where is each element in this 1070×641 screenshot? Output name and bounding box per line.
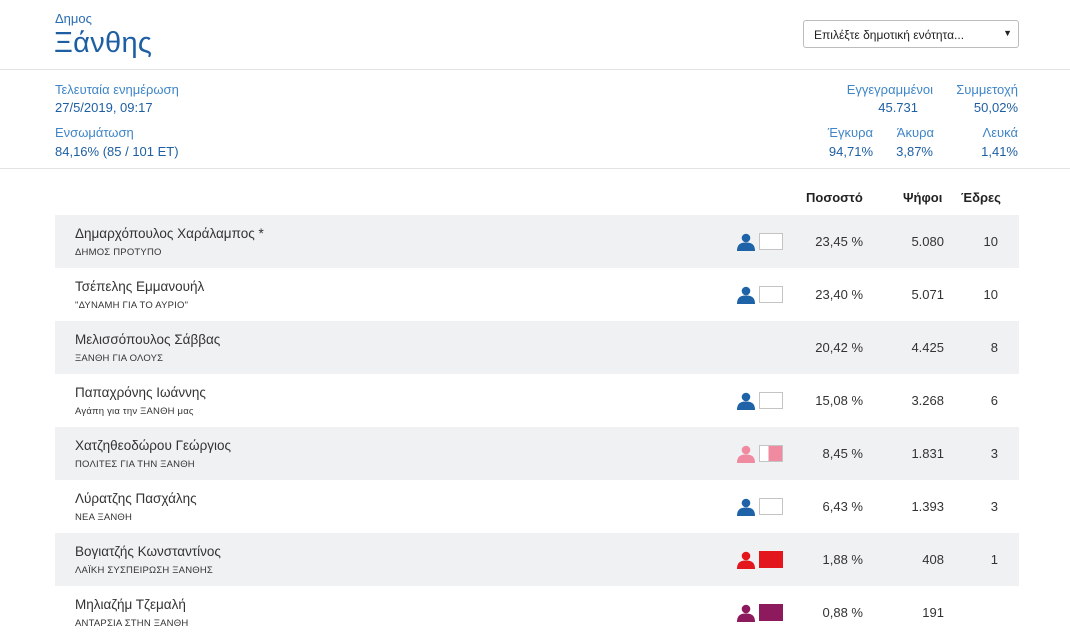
blank-value: 1,41% (981, 144, 1018, 159)
candidate-name: Χατζηθεοδώρου Γεώργιος (75, 438, 232, 453)
vote-percent: 15,08 % (815, 393, 863, 408)
table-row[interactable]: Τσέπελης Εμμανουήλ "ΔΥΝΑΜΗ ΓΙΑ ΤΟ ΑΥΡΙΟ"… (55, 268, 1019, 321)
last-update-value: 27/5/2019, 09:17 (55, 100, 153, 115)
person-icon (737, 498, 755, 516)
select-placeholder: Επιλέξτε δημοτική ενότητα... (814, 28, 965, 42)
party-name: ΑΝΤΑΡΣΙΑ ΣΤΗΝ ΞΑΝΘΗ (75, 618, 189, 629)
page-title: Ξάνθης (54, 27, 153, 59)
party-color-swatch (759, 286, 783, 303)
party-color-swatch (759, 604, 783, 621)
candidate-name: Μηλιαζήμ Τζεμαλή (75, 597, 186, 612)
vote-percent: 23,40 % (815, 287, 863, 302)
seat-count: 10 (983, 234, 998, 249)
seat-count: 3 (990, 499, 998, 514)
person-icon (737, 392, 755, 410)
vote-percent: 0,88 % (822, 605, 863, 620)
party-name: ΛΑΪΚΗ ΣΥΣΠΕΙΡΩΣΗ ΞΑΝΘΗΣ (75, 565, 213, 576)
party-name: Αγάπη για την ΞΑΝΘΗ μας (75, 406, 194, 417)
candidate-name: Βογιατζής Κωνσταντίνος (75, 544, 221, 559)
party-color-swatch (759, 392, 783, 409)
table-row[interactable]: Δημαρχόπουλος Χαράλαμπος * ΔΗΜΟΣ ΠΡΟΤΥΠΟ… (55, 215, 1019, 268)
party-name: ΞΑΝΘΗ ΓΙΑ ΟΛΟΥΣ (75, 353, 164, 364)
candidate-name: Δημαρχόπουλος Χαράλαμπος * (75, 226, 264, 241)
party-color-swatch (759, 445, 783, 462)
registered-value: 45.731 (878, 100, 918, 115)
results-table: Δημαρχόπουλος Χαράλαμπος * ΔΗΜΟΣ ΠΡΟΤΥΠΟ… (55, 215, 1019, 639)
municipal-unit-select[interactable]: Επιλέξτε δημοτική ενότητα... ▼ (803, 20, 1019, 48)
party-color-swatch (759, 233, 783, 250)
vote-percent: 8,45 % (822, 446, 863, 461)
candidate-name: Μελισσόπουλος Σάββας (75, 332, 221, 347)
party-name: ΝΕΑ ΞΑΝΘΗ (75, 512, 133, 523)
table-row[interactable]: Βογιατζής Κωνσταντίνος ΛΑΪΚΗ ΣΥΣΠΕΙΡΩΣΗ … (55, 533, 1019, 586)
vote-count: 4.425 (911, 340, 944, 355)
vote-percent: 23,45 % (815, 234, 863, 249)
valid-label: Έγκυρα (827, 125, 873, 140)
vote-percent: 20,42 % (815, 340, 863, 355)
column-header-votes: Ψήφοι (903, 190, 943, 205)
person-icon (737, 604, 755, 622)
table-row[interactable]: Μηλιαζήμ Τζεμαλή ΑΝΤΑΡΣΙΑ ΣΤΗΝ ΞΑΝΘΗ 0,8… (55, 586, 1019, 639)
vote-count: 1.393 (911, 499, 944, 514)
party-name: ΠΟΛΙΤΕΣ ΓΙΑ ΤΗΝ ΞΑΝΘΗ (75, 459, 195, 470)
seat-count: 3 (990, 446, 998, 461)
vote-count: 5.080 (911, 234, 944, 249)
candidate-name: Λύρατζης Πασχάλης (75, 491, 197, 506)
candidate-name: Τσέπελης Εμμανουήλ (75, 279, 205, 294)
seat-count: 6 (990, 393, 998, 408)
turnout-label: Συμμετοχή (956, 82, 1018, 97)
table-row[interactable]: Χατζηθεοδώρου Γεώργιος ΠΟΛΙΤΕΣ ΓΙΑ ΤΗΝ Ξ… (55, 427, 1019, 480)
candidate-name: Παπαχρόνης Ιωάννης (75, 385, 206, 400)
integration-label: Ενσωμάτωση (55, 125, 134, 140)
person-icon (737, 445, 755, 463)
vote-count: 1.831 (911, 446, 944, 461)
registered-label: Εγγεγραμμένοι (846, 82, 933, 97)
vote-count: 5.071 (911, 287, 944, 302)
invalid-label: Άκυρα (896, 125, 934, 140)
integration-value: 84,16% (85 / 101 ΕΤ) (55, 144, 179, 159)
party-color-swatch (759, 551, 783, 568)
vote-count: 408 (922, 552, 944, 567)
table-row[interactable]: Μελισσόπουλος Σάββας ΞΑΝΘΗ ΓΙΑ ΟΛΟΥΣ 20,… (55, 321, 1019, 374)
party-color-swatch (759, 498, 783, 515)
column-header-percent: Ποσοστό (806, 190, 863, 205)
seat-count: 8 (990, 340, 998, 355)
vote-count: 3.268 (911, 393, 944, 408)
vote-percent: 1,88 % (822, 552, 863, 567)
seat-count: 1 (990, 552, 998, 567)
person-icon (737, 551, 755, 569)
vote-percent: 6,43 % (822, 499, 863, 514)
municipality-type-label: Δημος (55, 11, 92, 26)
dropdown-arrow-icon: ▼ (1003, 28, 1012, 38)
party-name: "ΔΥΝΑΜΗ ΓΙΑ ΤΟ ΑΥΡΙΟ" (75, 300, 189, 311)
table-row[interactable]: Παπαχρόνης Ιωάννης Αγάπη για την ΞΑΝΘΗ μ… (55, 374, 1019, 427)
turnout-value: 50,02% (973, 100, 1018, 115)
invalid-value: 3,87% (896, 144, 933, 159)
last-update-label: Τελευταία ενημέρωση (55, 82, 179, 97)
column-header-seats: Έδρες (961, 190, 1001, 205)
valid-value: 94,71% (828, 144, 873, 159)
person-icon (737, 286, 755, 304)
vote-count: 191 (922, 605, 944, 620)
seat-count: 10 (983, 287, 998, 302)
page-header: Δημος Ξάνθης Επιλέξτε δημοτική ενότητα..… (0, 0, 1070, 70)
table-row[interactable]: Λύρατζης Πασχάλης ΝΕΑ ΞΑΝΘΗ 6,43 % 1.393… (55, 480, 1019, 533)
party-name: ΔΗΜΟΣ ΠΡΟΤΥΠΟ (75, 247, 162, 258)
blank-label: Λευκά (982, 125, 1018, 140)
stats-panel: Τελευταία ενημέρωση 27/5/2019, 09:17 Ενσ… (0, 70, 1070, 169)
person-icon (737, 233, 755, 251)
